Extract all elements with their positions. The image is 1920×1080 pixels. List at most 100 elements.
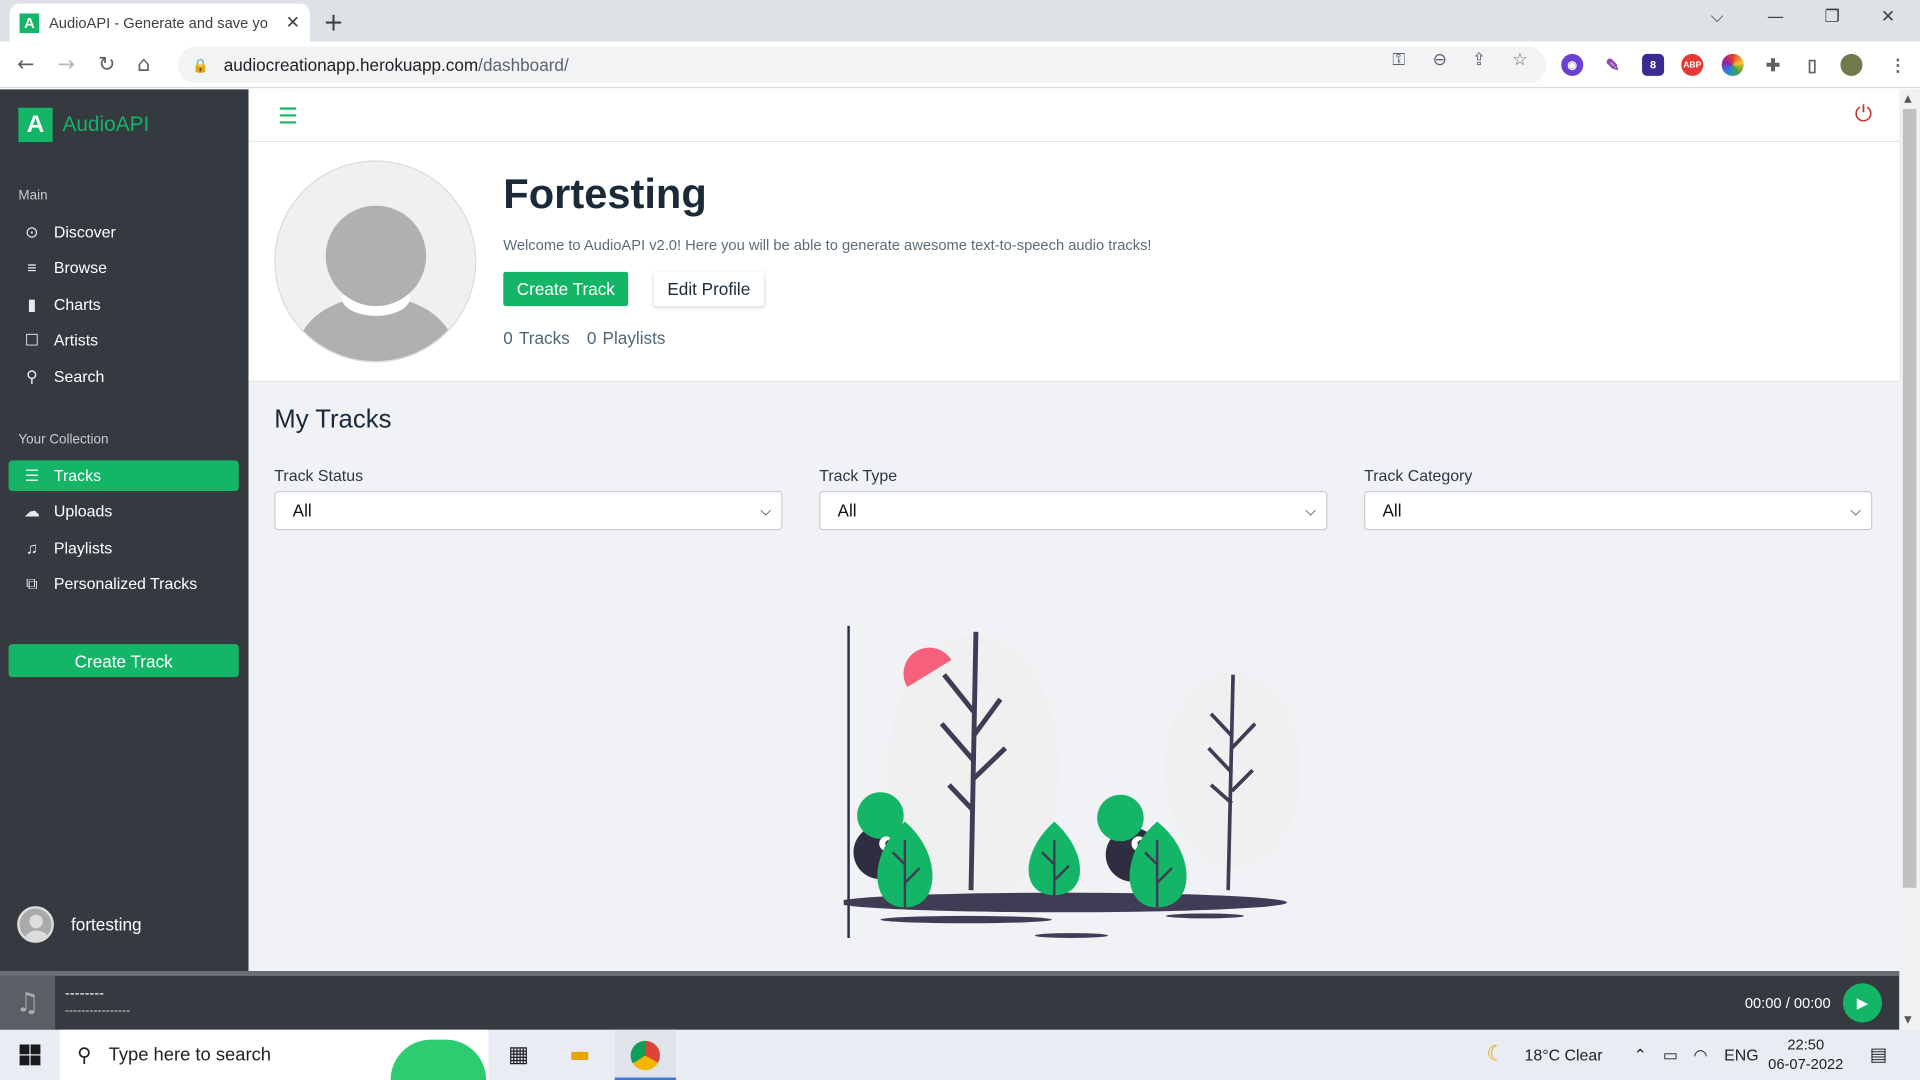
profile-stats: 0 Tracks 0 Playlists <box>503 328 665 348</box>
track-status-label: Track Status <box>274 466 364 485</box>
page-scrollbar[interactable]: ▲ ▼ <box>1899 89 1920 1030</box>
side-panel-icon[interactable]: ▯ <box>1801 53 1824 76</box>
weather-text[interactable]: 18°C Clear <box>1525 1046 1603 1064</box>
share-icon[interactable]: ⇪ <box>1472 50 1486 70</box>
adblock-icon[interactable]: ABP <box>1681 53 1704 76</box>
player-track-artist: ---------------- <box>64 1004 131 1018</box>
audioapi-logo-icon: A <box>18 107 53 143</box>
sidebar-username: fortesting <box>71 914 142 935</box>
playlist-icon: ♫ <box>25 538 38 558</box>
browse-lines-icon: ≡ <box>27 258 37 277</box>
taskbar-search-box[interactable]: ⚲ Type here to search <box>60 1029 489 1080</box>
music-note-icon: ♫ <box>0 975 56 1030</box>
sidebar-user[interactable]: fortesting <box>17 906 142 943</box>
track-status-select[interactable]: All ⌵ <box>274 491 783 531</box>
new-tab-icon[interactable]: + <box>323 7 344 36</box>
brand[interactable]: A AudioAPI <box>18 107 149 143</box>
weather-moon-icon: ☾ <box>1486 1042 1506 1066</box>
chevron-down-icon: ⌵ <box>1850 501 1862 519</box>
taskbar-clock[interactable]: 22:50 06-07-2022 <box>1768 1035 1843 1074</box>
forward-icon[interactable]: → <box>58 53 75 77</box>
windows-start-icon[interactable] <box>19 1044 41 1066</box>
sidebar-item-personalized-tracks[interactable]: ⧉ Personalized Tracks <box>9 568 239 599</box>
address-bar[interactable]: 🔒 audiocreationapp.herokuapp.com/dashboa… <box>177 46 1547 84</box>
extension-camera-icon[interactable]: ◉ <box>1561 53 1584 76</box>
zoom-icon[interactable]: ⊖ <box>1433 50 1447 70</box>
sidebar-item-artists[interactable]: ☐ Artists <box>9 324 239 355</box>
play-button[interactable]: ▶ <box>1842 983 1883 1023</box>
close-tab-icon[interactable]: ✕ <box>286 13 300 33</box>
sidebar-item-charts[interactable]: ▮ Charts <box>9 289 239 320</box>
empty-state-illustration <box>843 625 1300 938</box>
language-indicator[interactable]: ENG <box>1724 1046 1758 1064</box>
extension-color-icon[interactable] <box>1721 53 1744 76</box>
maximize-icon[interactable]: ❐ <box>1825 7 1840 27</box>
chrome-icon <box>630 1040 661 1071</box>
profile-header: Fortesting Welcome to AudioAPI v2.0! Her… <box>248 142 1900 383</box>
play-circle-icon: ⊙ <box>25 222 39 241</box>
audioapi-favicon-icon: A <box>19 12 40 33</box>
browser-tab[interactable]: A AudioAPI - Generate and save yo ✕ <box>9 3 310 42</box>
battery-icon[interactable]: ▭ <box>1663 1046 1678 1066</box>
tab-title: AudioAPI - Generate and save yo <box>48 14 268 32</box>
tracks-stat[interactable]: 0 Tracks <box>503 328 569 348</box>
track-category-label: Track Category <box>1364 466 1473 485</box>
back-icon[interactable]: ← <box>17 53 34 77</box>
wifi-icon[interactable]: ◠ <box>1693 1046 1707 1066</box>
search-highlight-image <box>390 1039 487 1080</box>
scroll-up-icon[interactable]: ▲ <box>1904 93 1912 104</box>
sidebar: A AudioAPI Main ⊙ Discover ≡ Browse ▮ Chart… <box>0 89 249 972</box>
screen: A AudioAPI - Generate and save yo ✕ + ⌵ … <box>0 0 1920 1080</box>
sidebar-item-playlists[interactable]: ♫ Playlists <box>9 533 239 564</box>
chevron-down-icon: ⌵ <box>760 501 772 519</box>
browser-toolbar: ← → ↻ ⌂ 🔒 audiocreationapp.herokuapp.com… <box>0 41 1920 89</box>
sidebar-item-tracks[interactable]: ☰ Tracks <box>8 460 239 492</box>
edit-profile-button[interactable]: Edit Profile <box>653 271 764 307</box>
create-track-button[interactable]: Create Track <box>503 271 629 307</box>
bookmark-star-icon[interactable]: ☆ <box>1512 50 1527 70</box>
hamburger-menu-icon[interactable]: ☰ <box>278 104 298 130</box>
profile-avatar-icon[interactable] <box>1840 53 1863 76</box>
audio-player: ♫ -------- ---------------- 00:00 / 00:0… <box>0 971 1900 1030</box>
extension-pen-icon[interactable]: ✎ <box>1601 53 1624 76</box>
sidebar-item-browse[interactable]: ≡ Browse <box>9 252 239 283</box>
upload-cloud-icon: ☁ <box>23 501 40 520</box>
chrome-menu-icon[interactable]: ⋮ <box>1886 53 1909 76</box>
play-icon: ▶ <box>1856 994 1869 1012</box>
profile-avatar <box>274 160 477 363</box>
reload-icon[interactable]: ↻ <box>98 53 115 77</box>
sidebar-item-search[interactable]: ⚲ Search <box>9 361 239 392</box>
close-window-icon[interactable]: ✕ <box>1881 7 1895 27</box>
sidebar-item-uploads[interactable]: ☁ Uploads <box>9 496 239 527</box>
sidebar-item-discover[interactable]: ⊙ Discover <box>9 217 239 248</box>
minimize-icon[interactable]: — <box>1767 7 1784 27</box>
windows-taskbar: ⚲ Type here to search ▦ ▬ ☾ 18°C Clear ⌃… <box>0 1029 1920 1080</box>
file-explorer-icon[interactable]: ▬ <box>569 1042 590 1068</box>
tray-chevron-up-icon[interactable]: ⌃ <box>1633 1046 1646 1066</box>
extensions-puzzle-icon[interactable]: ✚ <box>1762 53 1785 76</box>
playlists-stat[interactable]: 0 Playlists <box>587 328 666 348</box>
library-icon: ⧉ <box>26 573 38 593</box>
url-path: /dashboard/ <box>478 55 569 75</box>
collection-section-heading: Your Collection <box>18 432 109 447</box>
key-icon[interactable]: ⚿ <box>1392 50 1405 70</box>
tab-search-chevron-icon[interactable]: ⌵ <box>1711 7 1724 27</box>
track-category-select[interactable]: All ⌵ <box>1364 491 1873 531</box>
scrollbar-thumb[interactable] <box>1902 108 1917 888</box>
main-content: ☰ ⏻ Fortesting Welcome to AudioAPI v2.0!… <box>248 89 1900 972</box>
notification-icon[interactable]: ▤ <box>1870 1043 1887 1065</box>
scroll-down-icon[interactable]: ▼ <box>1904 1014 1912 1025</box>
app-topbar: ☰ ⏻ <box>248 89 1900 143</box>
welcome-message: Welcome to AudioAPI v2.0! Here you will … <box>503 236 1152 254</box>
artist-icon: ☐ <box>24 330 39 349</box>
home-icon[interactable]: ⌂ <box>137 53 150 77</box>
lock-icon: 🔒 <box>192 56 210 73</box>
taskbar-chrome-active[interactable] <box>614 1029 676 1080</box>
search-icon: ⚲ <box>77 1045 92 1066</box>
my-tracks-title: My Tracks <box>274 405 392 434</box>
sidebar-create-track-button[interactable]: Create Track <box>8 644 239 678</box>
task-view-icon[interactable]: ▦ <box>508 1042 529 1068</box>
track-type-select[interactable]: All ⌵ <box>819 491 1328 531</box>
extension-badge-icon[interactable]: 8 <box>1642 53 1665 76</box>
logout-power-icon[interactable]: ⏻ <box>1855 102 1872 128</box>
